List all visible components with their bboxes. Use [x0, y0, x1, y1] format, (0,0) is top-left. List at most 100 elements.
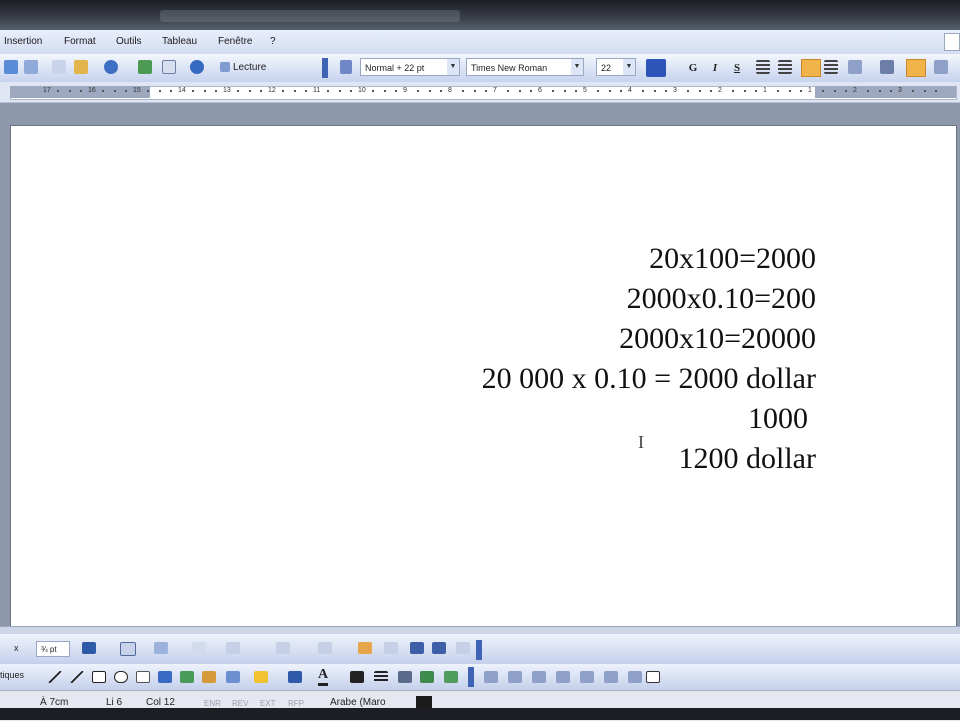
status-mode-ext[interactable]: EXT	[260, 699, 276, 708]
menu-tableau[interactable]: Tableau	[162, 36, 197, 47]
align-left-icon[interactable]	[756, 59, 770, 77]
undo-icon[interactable]	[104, 59, 118, 77]
bold-button[interactable]: G	[684, 59, 702, 77]
line-style-icon[interactable]	[350, 671, 364, 683]
select-objects-icon[interactable]	[646, 671, 660, 683]
picture-icon[interactable]	[226, 671, 240, 683]
doc-line-4[interactable]: 20 000 x 0.10 = 2000 dollar	[482, 362, 816, 396]
autoshapes-menu[interactable]: tiques	[0, 670, 24, 680]
toolbar-grip[interactable]	[322, 58, 328, 78]
font-combo[interactable]: Times New Roman ▼	[466, 58, 584, 76]
menu-insertion[interactable]: Insertion	[4, 36, 42, 47]
ruler-number: 3	[898, 87, 902, 94]
styles-pane-icon[interactable]	[340, 59, 352, 77]
hyperlink-icon[interactable]	[138, 59, 152, 77]
menu-outils[interactable]: Outils	[116, 36, 142, 47]
line-tool-icon[interactable]	[48, 671, 62, 683]
toolbar-grip[interactable]	[476, 640, 482, 660]
frame-icon[interactable]	[192, 642, 206, 654]
line-color-bottom-icon[interactable]	[288, 671, 302, 683]
spelling-status-icon[interactable]	[416, 696, 432, 708]
diagram-icon[interactable]	[180, 671, 194, 683]
3d-style-icon[interactable]	[444, 671, 458, 683]
numbering-icon[interactable]	[934, 59, 948, 77]
font-size-combo[interactable]: 22 ▼	[596, 58, 636, 76]
italic-button[interactable]: I	[706, 59, 724, 77]
text-box-icon[interactable]	[136, 671, 150, 683]
menu-fenetre[interactable]: Fenêtre	[218, 36, 252, 47]
doc-line-6[interactable]: 1200 dollar	[679, 442, 816, 476]
oval-tool-icon[interactable]	[114, 671, 128, 683]
menu-help[interactable]: ?	[270, 36, 276, 47]
copy-icon[interactable]	[52, 59, 66, 77]
doc-line-3[interactable]: 2000x10=20000	[619, 322, 816, 356]
help-icon[interactable]	[190, 59, 204, 77]
ruler-number: 9	[403, 87, 407, 94]
text-direction-cell-icon[interactable]	[384, 642, 398, 654]
right-to-left-button[interactable]	[906, 59, 926, 77]
doc-line-1[interactable]: 20x100=2000	[649, 242, 816, 276]
help-search-box[interactable]	[944, 33, 960, 51]
group-icon[interactable]	[556, 671, 570, 683]
menu-format[interactable]: Format	[64, 36, 96, 47]
merge-cells-icon[interactable]	[276, 642, 290, 654]
sort-descending-icon[interactable]	[432, 642, 446, 654]
tables-icon[interactable]	[162, 59, 176, 77]
font-color-icon[interactable]: A	[318, 667, 329, 686]
order-icon[interactable]	[604, 671, 618, 683]
style-combo[interactable]: Normal + 22 pt ▼	[360, 58, 460, 76]
rectangle-tool-icon[interactable]	[92, 671, 106, 683]
document-workspace: 20x100=2000 2000x0.10=200 2000x10=20000 …	[0, 103, 960, 628]
doc-line-5[interactable]: 1000	[748, 402, 808, 436]
shading-icon[interactable]	[154, 642, 168, 654]
doc-line-2[interactable]: 2000x0.10=200	[627, 282, 816, 316]
ruler-tick	[754, 90, 757, 92]
text-direction-icon[interactable]	[646, 59, 666, 77]
line-width-combo[interactable]: ¾ pt	[36, 641, 70, 657]
split-cells-icon[interactable]	[318, 642, 332, 654]
ruler-tick	[687, 90, 690, 92]
chevron-down-icon[interactable]: ▼	[447, 59, 459, 75]
wordart-icon[interactable]	[158, 671, 172, 683]
rotate-icon[interactable]	[532, 671, 546, 683]
align-objects-icon[interactable]	[484, 671, 498, 683]
line-spacing-icon[interactable]	[848, 59, 862, 77]
chevron-down-icon[interactable]: ▼	[571, 59, 583, 75]
ruler-tick	[653, 90, 656, 92]
align-right-button[interactable]	[801, 59, 821, 77]
underline-button[interactable]: S	[728, 59, 746, 77]
document-page[interactable]: 20x100=2000 2000x0.10=200 2000x10=20000 …	[10, 125, 957, 627]
table-insert-icon[interactable]	[226, 642, 240, 654]
arrow-tool-icon[interactable]	[70, 671, 84, 683]
font-size-value: 22	[601, 63, 612, 73]
autoformat-icon[interactable]	[358, 642, 372, 654]
sort-ascending-icon[interactable]	[410, 642, 424, 654]
horizontal-ruler[interactable]: 17 16 15 14 13 12 11 10 9 8 7 6 5 4 3 2 1 1 2 3	[0, 82, 960, 103]
reading-mode-button[interactable]: Lecture	[220, 59, 266, 77]
line-cap-icon[interactable]: x	[14, 643, 19, 653]
toolbar-grip[interactable]	[468, 667, 474, 687]
border-icon[interactable]	[120, 642, 136, 656]
line-color-icon[interactable]	[82, 642, 96, 654]
research-icon[interactable]	[24, 59, 38, 77]
spelling-icon[interactable]	[4, 59, 18, 77]
chevron-down-icon[interactable]: ▼	[623, 59, 635, 75]
status-mode-enr[interactable]: ENR	[204, 699, 221, 708]
shadow-style-icon[interactable]	[420, 671, 434, 683]
status-language[interactable]: Arabe (Maro	[330, 697, 386, 708]
sum-icon[interactable]	[456, 642, 470, 654]
fill-color-icon[interactable]	[254, 671, 268, 683]
ungroup-icon[interactable]	[580, 671, 594, 683]
paste-icon[interactable]	[74, 59, 88, 77]
distribute-icon[interactable]	[508, 671, 522, 683]
justify-icon[interactable]	[824, 59, 838, 77]
arrow-style-icon[interactable]	[398, 671, 412, 683]
wrap-icon[interactable]	[628, 671, 642, 683]
clipart-icon[interactable]	[202, 671, 216, 683]
left-to-right-icon[interactable]	[880, 59, 894, 77]
dash-style-icon[interactable]	[374, 671, 388, 683]
text-cursor-icon: I	[638, 432, 644, 452]
status-mode-rev[interactable]: REV	[232, 699, 248, 708]
align-center-icon[interactable]	[778, 59, 792, 77]
status-mode-rfp[interactable]: RFP	[288, 699, 304, 708]
